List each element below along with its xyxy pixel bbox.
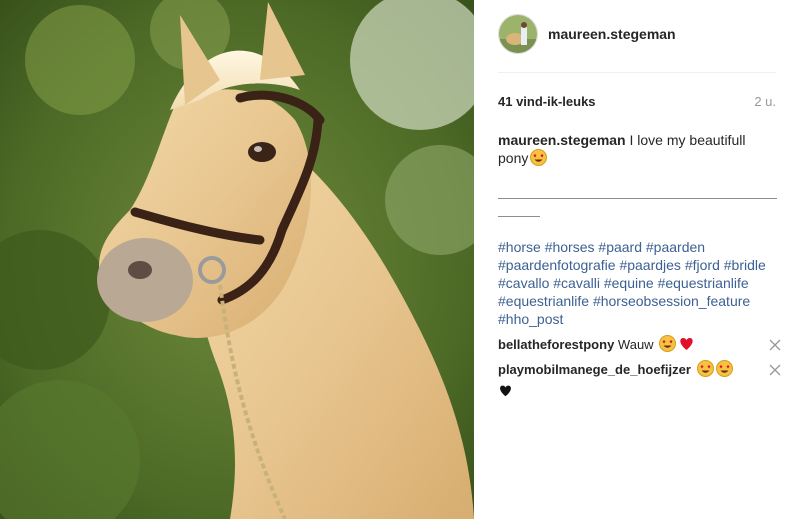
post-caption: maureen.stegeman I love my beautifull po… [498,131,776,170]
hashtag-link[interactable]: #cavallo [498,275,549,291]
hashtag-link[interactable]: #horses [545,239,595,255]
hashtag-link[interactable]: #fjord [685,257,720,273]
hashtag-link[interactable]: #paard [598,239,642,255]
caption-rule-short [498,216,540,217]
post-details-panel: maureen.stegeman 41 vind-ik-leuks 2 u. m… [474,0,794,519]
black-heart-emoji-icon [498,383,513,403]
post-author-username[interactable]: maureen.stegeman [548,26,676,42]
comment: bellatheforestpony Wauw [498,335,776,357]
hashtag-link[interactable]: #equine [604,275,654,291]
header-divider [498,72,776,73]
hashtag-link[interactable]: #paarden [646,239,705,255]
delete-comment-close-icon[interactable] [768,338,782,352]
avatar-image-icon [499,15,537,53]
post-header: maureen.stegeman [498,14,776,54]
red-heart-emoji-icon [678,335,695,357]
hashtag-link[interactable]: #cavalli [553,275,600,291]
hashtag-link[interactable]: #equestrianlife [498,293,589,309]
comment-username[interactable]: bellatheforestpony [498,337,614,352]
heart-eyes-emoji-icon [530,149,548,170]
comment-username[interactable]: playmobilmanege_de_hoefijzer [498,362,691,377]
heart-eyes-emoji-icon [715,360,733,382]
hashtag-link[interactable]: #horse [498,239,541,255]
hashtag-link[interactable]: #hho_post [498,311,563,327]
post-timestamp[interactable]: 2 u. [754,94,776,109]
hashtag-link[interactable]: #equestrianlife [658,275,749,291]
avatar[interactable] [498,14,538,54]
likes-count[interactable]: 41 vind-ik-leuks [498,94,596,109]
comment: playmobilmanege_de_hoefijzer [498,360,776,403]
hashtag-link[interactable]: #horseobsession_feature [593,293,750,309]
hashtag-link[interactable]: #paardenfotografie [498,257,616,273]
hashtag-link[interactable]: #bridle [724,257,766,273]
heart-eyes-emoji-icon [696,360,714,382]
caption-rule [498,198,777,199]
delete-comment-close-icon[interactable] [768,363,782,377]
post-photo[interactable] [0,0,474,519]
likes-row: 41 vind-ik-leuks 2 u. [498,94,776,109]
hashtag-link[interactable]: #paardjes [619,257,681,273]
caption-username[interactable]: maureen.stegeman [498,132,626,148]
heart-eyes-emoji-icon [659,335,677,357]
hashtag-list: #horse #horses #paard #paarden #paardenf… [498,238,776,328]
horse-photo-illustration [0,0,474,519]
comment-text: Wauw [617,337,654,352]
instagram-post-view: maureen.stegeman 41 vind-ik-leuks 2 u. m… [0,0,794,519]
